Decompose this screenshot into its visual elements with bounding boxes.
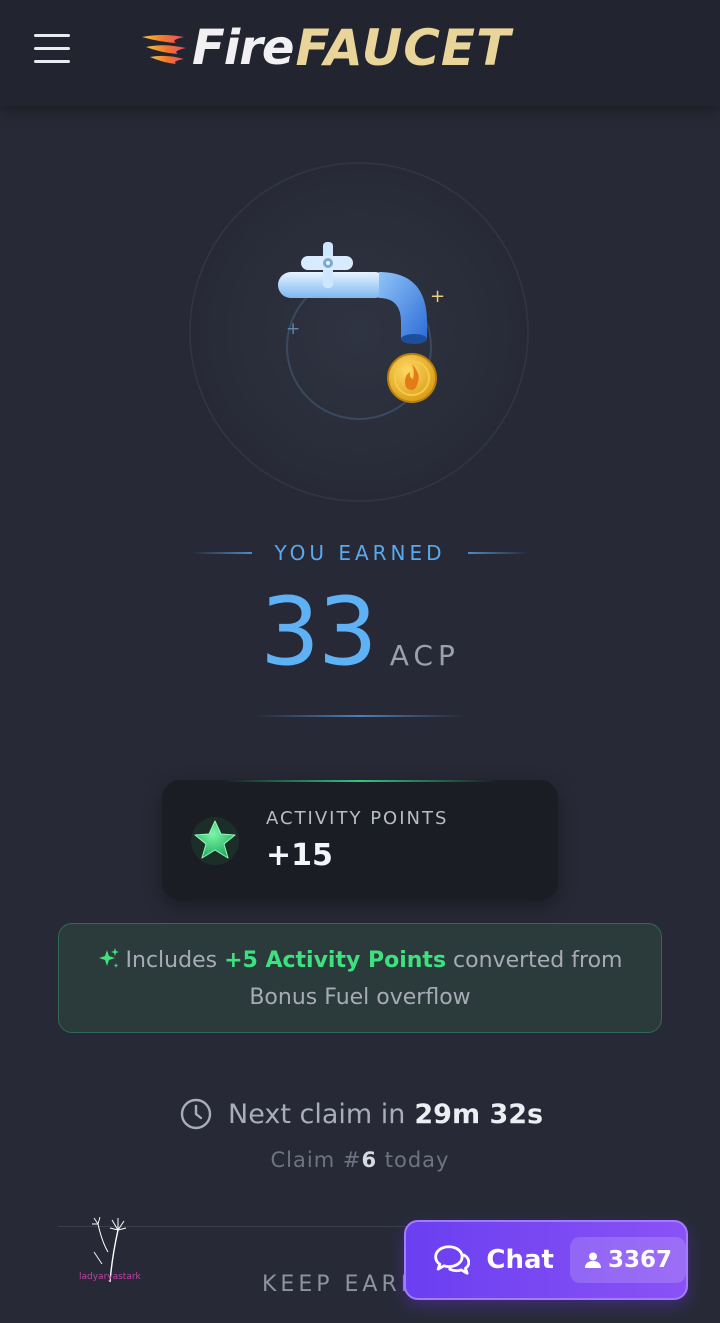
chat-bubbles-icon: [434, 1245, 471, 1275]
fire-coin-icon: [387, 353, 437, 403]
claim-count: Claim #6 today: [0, 1148, 720, 1172]
you-earned-heading: YOU EARNED: [190, 538, 530, 568]
keep-earning-heading: KEEP EARN: [262, 1272, 422, 1297]
divider-left: [192, 552, 253, 554]
activity-points-value: +15: [266, 838, 333, 873]
top-header: Fire FAUCET: [0, 0, 720, 106]
you-earned-label: YOU EARNED: [274, 541, 446, 565]
svg-text:+: +: [430, 286, 445, 307]
notice-line-1: Includes +5 Activity Points converted fr…: [59, 942, 661, 980]
earned-amount: 33 ACP: [230, 580, 490, 680]
next-claim-time: 29m 32s: [414, 1098, 544, 1130]
firefaucet-logo[interactable]: Fire FAUCET: [140, 18, 511, 78]
notice-line-2: Bonus Fuel overflow: [249, 985, 471, 1010]
logo-fire-text: Fire: [192, 20, 294, 76]
notice-highlight: +5 Activity Points: [224, 948, 447, 973]
notice-suffix: converted from: [453, 948, 623, 973]
svg-text:+: +: [286, 319, 300, 339]
next-claim-timer: Next claim in 29m 32s: [180, 1092, 580, 1136]
logo-faucet-text: FAUCET: [295, 19, 512, 77]
activity-points-card: ACTIVITY POINTS +15: [162, 780, 558, 900]
menu-icon[interactable]: [34, 34, 70, 64]
earned-amount-unit: ACP: [389, 639, 460, 672]
divider-right: [467, 552, 528, 554]
bonus-notice: Includes +5 Activity Points converted fr…: [58, 923, 662, 1033]
next-claim-label: Next claim in: [228, 1098, 406, 1130]
chat-label: Chat: [486, 1245, 554, 1275]
flame-logo-icon: [142, 35, 186, 64]
faucet-emblem: + +: [189, 162, 529, 502]
activity-points-label: ACTIVITY POINTS: [266, 808, 449, 829]
clock-icon: [180, 1098, 212, 1130]
star-icon: [191, 817, 239, 865]
online-users-badge: 3367: [569, 1237, 686, 1283]
earned-amount-value: 33: [260, 578, 378, 687]
sparkle-icon: [98, 948, 119, 968]
notice-prefix: Includes: [125, 948, 218, 973]
user-icon: [584, 1252, 601, 1268]
claim-count-number: 6: [361, 1148, 378, 1172]
claim-count-prefix: Claim #: [270, 1148, 362, 1172]
online-users-count: 3367: [607, 1247, 672, 1273]
chat-button[interactable]: Chat 3367: [404, 1220, 688, 1300]
amount-divider: [255, 715, 465, 717]
watermark-text: ladyaryastark: [79, 1272, 141, 1282]
claim-count-suffix: today: [384, 1148, 450, 1172]
